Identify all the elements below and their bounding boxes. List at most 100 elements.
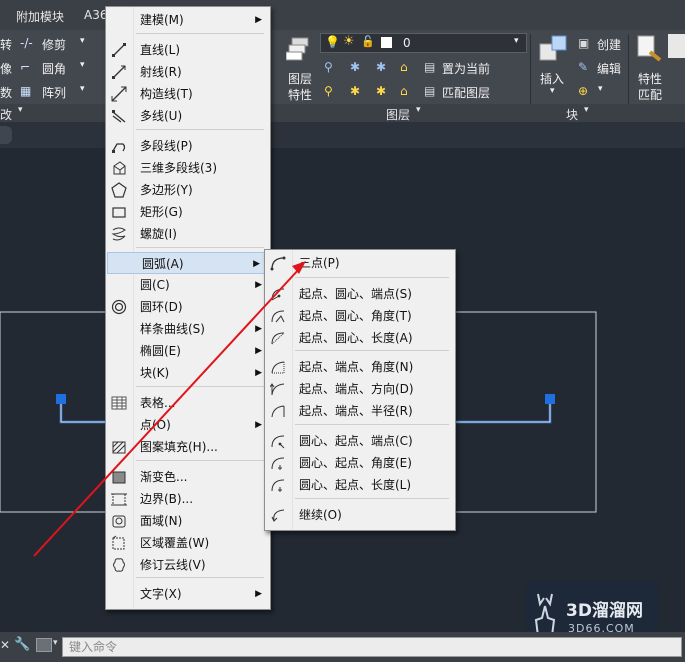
block-attribute-icon[interactable]: ⊕ (578, 84, 588, 98)
rotate-label[interactable]: 转 (0, 36, 12, 53)
draw-menu-item-label: 图案填充(H)... (140, 440, 218, 454)
chevron-down-icon[interactable]: ▾ (80, 36, 85, 46)
draw-menu-item[interactable]: 三维多段线(3) (106, 157, 268, 179)
insert-block-icon[interactable] (538, 34, 570, 66)
layer-tool-icon[interactable]: ⚲ (324, 84, 333, 98)
match-layer-button[interactable]: 匹配图层 (442, 84, 490, 101)
match-properties-label-2[interactable]: 匹配 (638, 86, 662, 103)
draw-menu-item[interactable]: 表格... (106, 392, 268, 414)
draw-menu-item[interactable]: 面域(N) (106, 510, 268, 532)
chevron-down-icon[interactable]: ▾ (584, 105, 589, 115)
match-layer-icon[interactable]: ▤ (424, 84, 435, 98)
command-input[interactable]: 键入命令 (62, 637, 682, 657)
draw-menu: 建模(M) ▶ 直线(L) 射线(R) 构造线(T) 多线(U) 多段线(P) 三维多段线(3… (105, 6, 271, 610)
new-tab-button[interactable] (0, 126, 12, 144)
mirror-label[interactable]: 像 (0, 60, 12, 77)
chevron-down-icon[interactable]: ▾ (598, 84, 603, 94)
layer-tool-icon[interactable]: ⚲ (324, 60, 333, 74)
chevron-down-icon[interactable]: ▾ (416, 105, 421, 115)
chevron-down-icon[interactable]: ▾ (18, 105, 23, 115)
command-prompt-icon[interactable] (36, 638, 52, 652)
close-icon[interactable]: ✕ (0, 638, 10, 652)
wrench-icon[interactable]: 🔧 (14, 637, 30, 652)
overflow-panel-icon[interactable] (668, 34, 685, 58)
scale-label[interactable]: 数 (0, 84, 12, 101)
block-panel-title[interactable]: 块 (566, 106, 578, 123)
layer-panel-title[interactable]: 图层 (386, 106, 410, 123)
draw-menu-item[interactable]: 多线(U) (106, 105, 268, 127)
draw-menu-item[interactable]: 构造线(T) (106, 83, 268, 105)
draw-menu-item[interactable]: 建模(M) ▶ (106, 9, 268, 31)
arc-submenu-item[interactable]: 圆心、起点、角度(E) (265, 452, 453, 474)
draw-menu-item[interactable]: 点(O) ▶ (106, 414, 268, 436)
trim-button[interactable]: 修剪 (42, 36, 66, 53)
draw-menu-item[interactable]: 文字(X) ▶ (106, 583, 268, 605)
draw-menu-item[interactable]: 边界(B)... (106, 488, 268, 510)
create-block-icon[interactable]: ▣ (578, 36, 589, 50)
layer-properties-label-1[interactable]: 图层 (288, 70, 312, 87)
layer-dropdown[interactable]: 💡 ☀ 🔓 0 ▾ (320, 33, 527, 53)
draw-menu-item[interactable]: 射线(R) (106, 61, 268, 83)
chevron-down-icon: ▾ (514, 36, 519, 46)
create-block-button[interactable]: 创建 (597, 36, 621, 53)
fillet-button[interactable]: 圆角 (42, 60, 66, 77)
arc-submenu-item[interactable]: 起点、端点、半径(R) (265, 400, 453, 422)
draw-menu-item[interactable]: 多段线(P) (106, 135, 268, 157)
draw-menu-item-label: 渐变色... (140, 470, 188, 484)
arc-submenu-item[interactable]: 起点、端点、角度(N) (265, 356, 453, 378)
gradient-icon (112, 471, 126, 484)
chevron-right-icon: ▶ (255, 368, 262, 378)
draw-menu-item-label: 圆弧(A) (142, 257, 184, 271)
draw-menu-item[interactable]: 块(K) ▶ (106, 362, 268, 384)
file-tab-strip (0, 122, 685, 148)
set-current-button[interactable]: 置为当前 (442, 60, 490, 77)
layer-properties-icon[interactable] (285, 36, 316, 66)
draw-menu-item[interactable]: 直线(L) (106, 39, 268, 61)
array-button[interactable]: 阵列 (42, 84, 66, 101)
draw-menu-item[interactable]: 圆(C) ▶ (106, 274, 268, 296)
draw-menu-item[interactable]: 图案填充(H)... (106, 436, 268, 458)
tab-addons[interactable]: 附加模块 (16, 8, 64, 25)
layer-tool-icon[interactable]: ✱ (376, 60, 386, 74)
chevron-down-icon[interactable]: ▾ (550, 86, 555, 96)
insert-button[interactable]: 插入 (540, 70, 564, 87)
arc-submenu-item[interactable]: 圆心、起点、长度(L) (265, 474, 453, 496)
draw-menu-item[interactable]: 修订云线(V) (106, 554, 268, 576)
arc-submenu-item[interactable]: 起点、圆心、长度(A) (265, 327, 453, 349)
draw-menu-item[interactable]: 椭圆(E) ▶ (106, 340, 268, 362)
arc-submenu-item[interactable]: 圆心、起点、端点(C) (265, 430, 453, 452)
layer-tool-icon[interactable]: ⌂ (400, 60, 408, 74)
arc-submenu-item[interactable]: 起点、圆心、角度(T) (265, 305, 453, 327)
match-properties-label-1[interactable]: 特性 (638, 70, 662, 87)
edit-block-icon[interactable]: ✎ (578, 60, 588, 74)
chevron-down-icon[interactable]: ▾ (80, 84, 85, 94)
draw-menu-item[interactable]: 矩形(G) (106, 201, 268, 223)
draw-menu-item[interactable]: 渐变色... (106, 466, 268, 488)
modify-panel-title[interactable]: 改 (0, 106, 12, 123)
line-icon (112, 43, 126, 57)
layer-tool-icon[interactable]: ✱ (350, 84, 360, 98)
arc-submenu-item[interactable]: 三点(P) (265, 252, 453, 274)
layer-tool-icon[interactable]: ✱ (376, 84, 386, 98)
edit-block-button[interactable]: 编辑 (597, 60, 621, 77)
arc-submenu-item[interactable]: 继续(O) (265, 504, 453, 526)
draw-menu-item[interactable]: 螺旋(I) (106, 223, 268, 245)
arc-submenu-item-label: 继续(O) (299, 508, 342, 522)
layer-tool-icon[interactable]: ⌂ (400, 84, 408, 98)
chevron-right-icon: ▶ (255, 280, 262, 290)
draw-menu-item[interactable]: 圆弧(A) ▶ (107, 252, 267, 274)
lightbulb-icon: 💡 (325, 35, 340, 49)
chevron-down-icon[interactable]: ▾ (80, 60, 85, 70)
match-properties-icon[interactable] (636, 34, 664, 64)
draw-menu-item[interactable]: 区域覆盖(W) (106, 532, 268, 554)
draw-menu-item[interactable]: 样条曲线(S) ▶ (106, 318, 268, 340)
draw-menu-item[interactable]: 圆环(D) (106, 296, 268, 318)
tab-a360[interactable]: A36 (84, 8, 107, 22)
arc-submenu-item[interactable]: 起点、圆心、端点(S) (265, 283, 453, 305)
arc-submenu-item[interactable]: 起点、端点、方向(D) (265, 378, 453, 400)
set-current-icon[interactable]: ▤ (424, 60, 435, 74)
layer-tool-icon[interactable]: ✱ (350, 60, 360, 74)
chevron-down-icon[interactable]: ▾ (53, 638, 58, 648)
layer-properties-label-2[interactable]: 特性 (288, 86, 312, 103)
draw-menu-item[interactable]: 多边形(Y) (106, 179, 268, 201)
